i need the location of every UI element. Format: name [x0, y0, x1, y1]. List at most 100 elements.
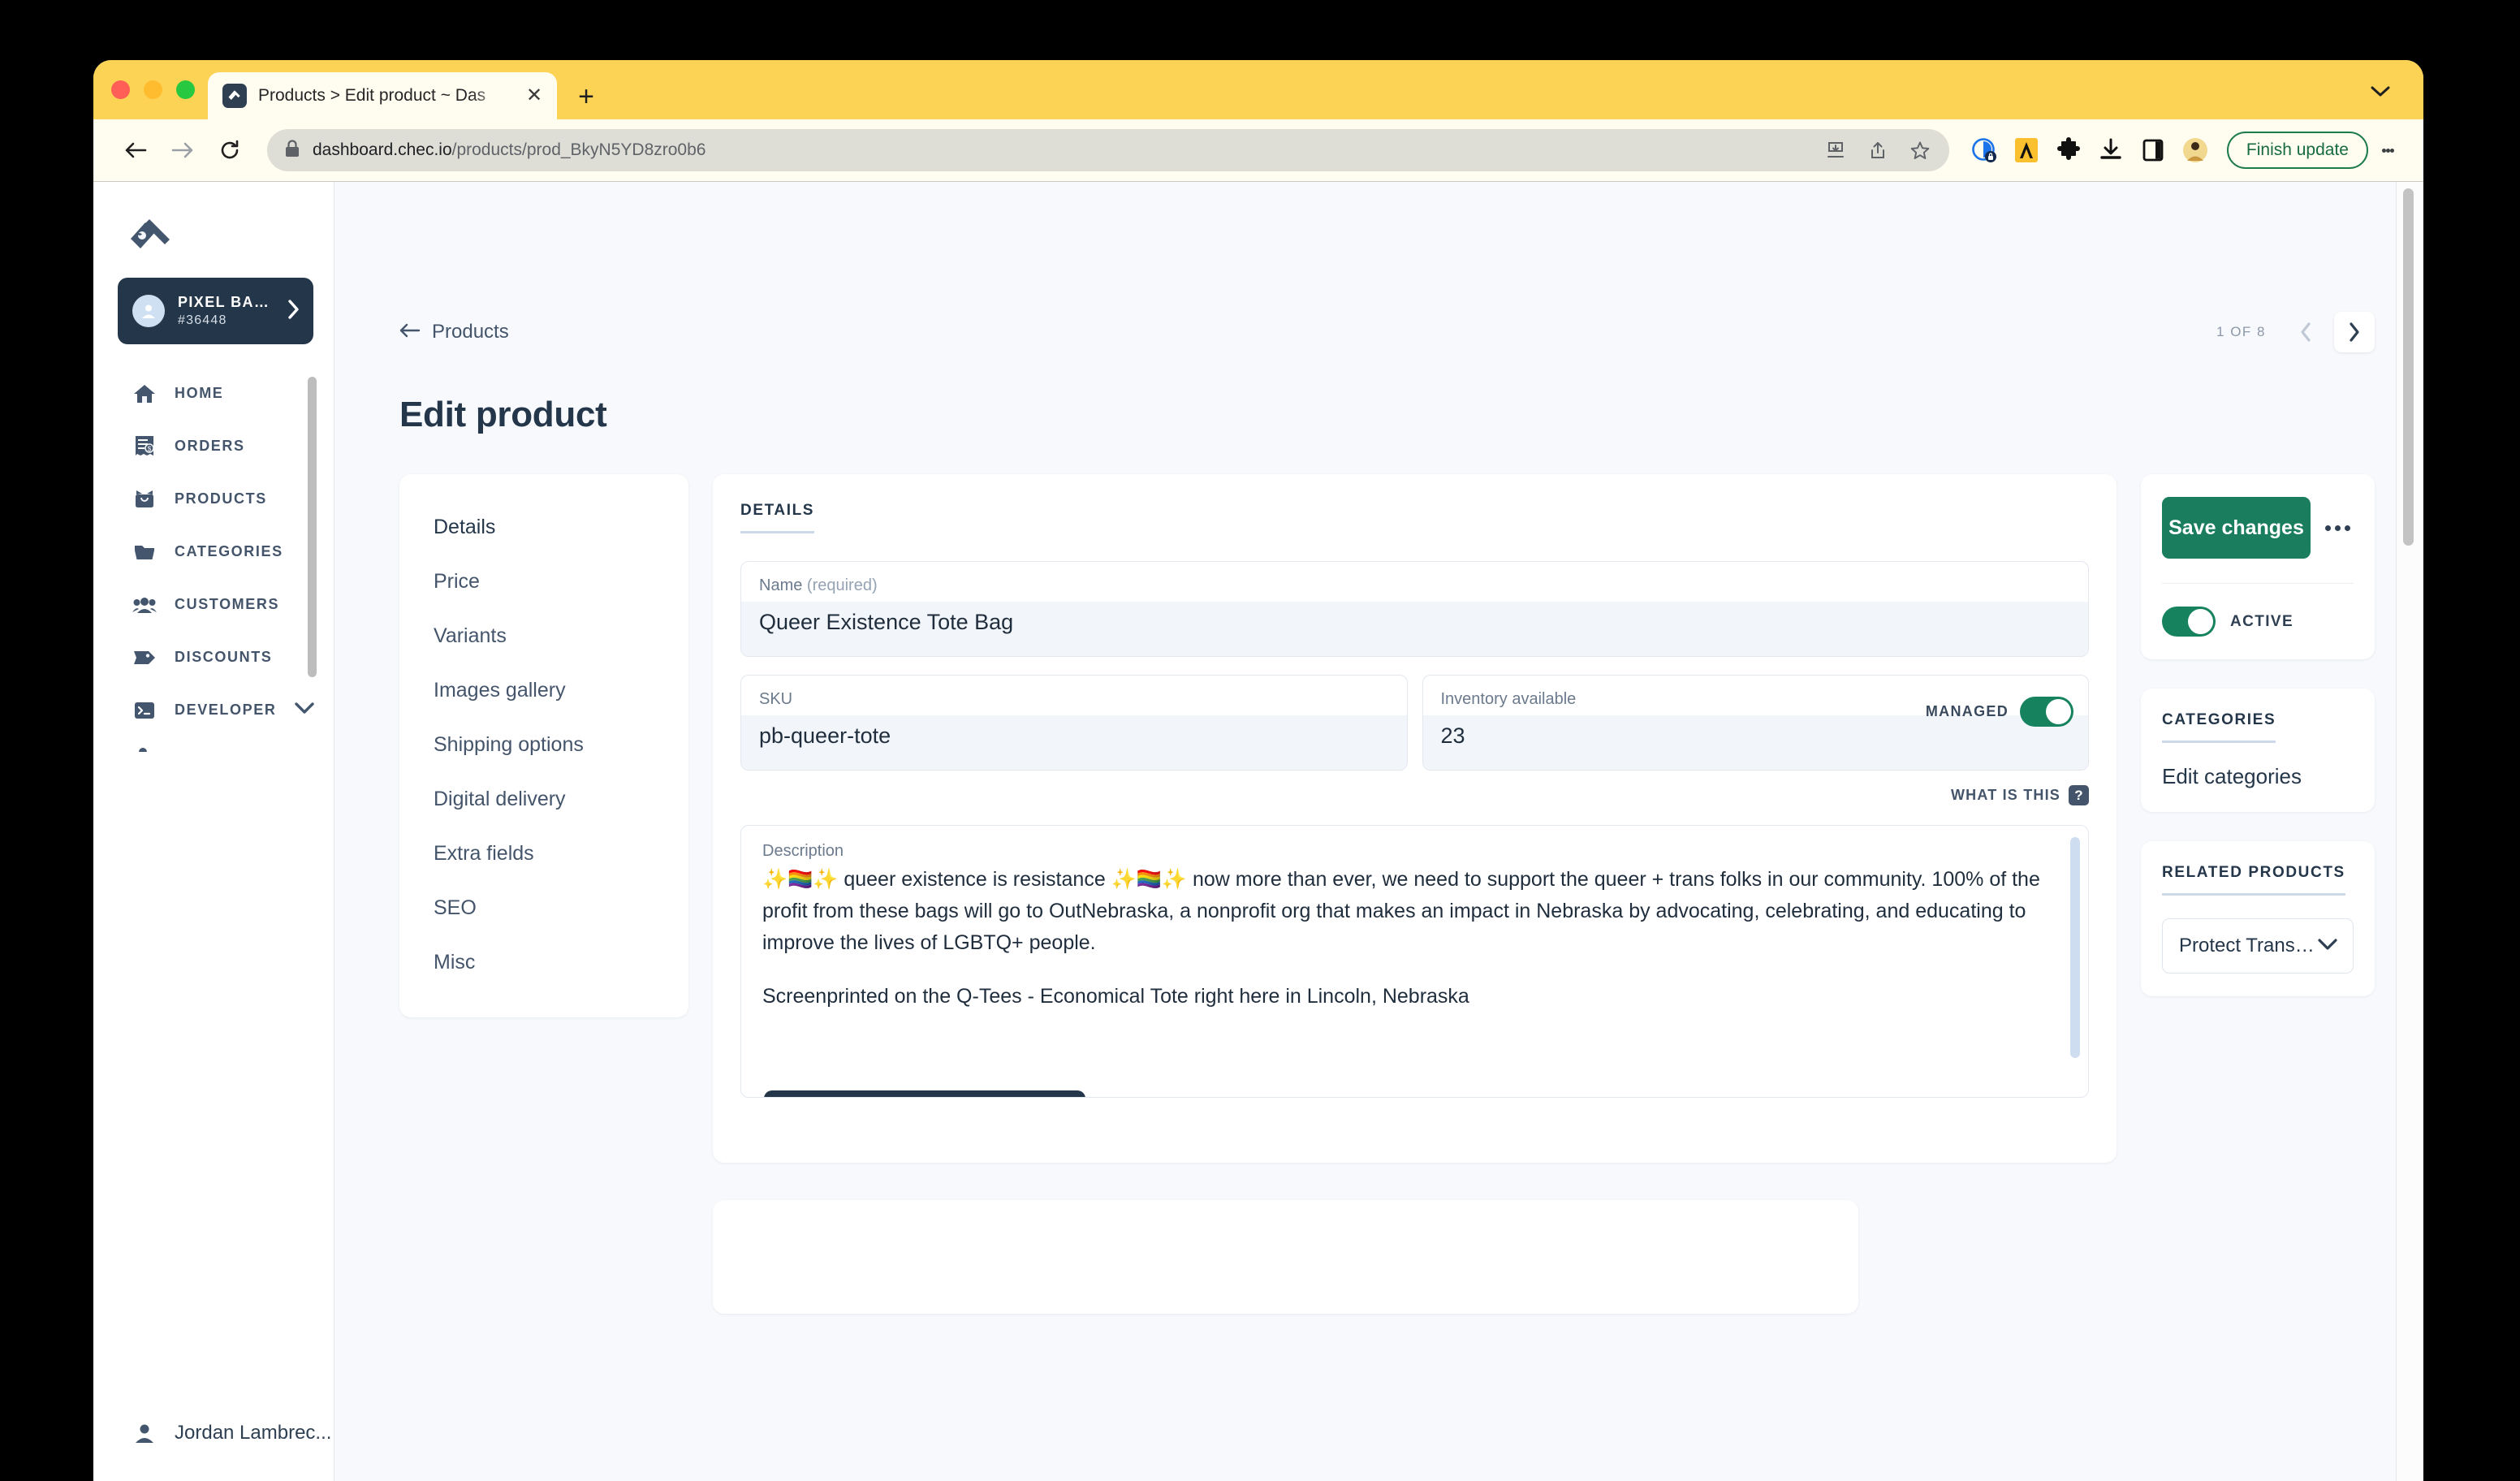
- install-app-icon[interactable]: [1818, 132, 1853, 168]
- sidebar-item-label: CUSTOMERS: [175, 596, 280, 612]
- related-product-value: Protect Trans Kids Tee: [2179, 935, 2317, 956]
- categories-card: CATEGORIES Edit categories: [2141, 689, 2375, 812]
- sidebar-scrollbar[interactable]: [308, 367, 317, 1385]
- main-scrollbar-thumb[interactable]: [2403, 188, 2414, 546]
- ellipsis-dot: [2345, 525, 2350, 531]
- description-field[interactable]: Description ✨🏳️‍🌈✨ queer existence is re…: [740, 825, 2089, 1098]
- app-sidebar: PIXEL BAKERY #36448 HOME $: [93, 182, 369, 1481]
- main-scrollbar-track[interactable]: [2396, 182, 2423, 1481]
- section-tab-shipping-options[interactable]: Shipping options: [399, 718, 688, 772]
- folder-icon: [132, 540, 157, 564]
- back-to-products-link[interactable]: Products: [399, 321, 509, 343]
- browser-tab-title: Products > Edit product ~ Das: [258, 86, 486, 105]
- arrow-left-icon[interactable]: [114, 129, 157, 171]
- sidebar-item-home[interactable]: HOME: [93, 367, 334, 420]
- product-name-value[interactable]: Queer Existence Tote Bag: [741, 602, 2088, 656]
- person-icon: [132, 1421, 157, 1445]
- sidebar-item-products[interactable]: PRODUCTS: [93, 473, 334, 525]
- section-tab-price[interactable]: Price: [399, 555, 688, 609]
- next-section-card: [713, 1200, 1858, 1314]
- active-toggle[interactable]: [2162, 607, 2216, 637]
- profile-avatar-icon[interactable]: [2177, 132, 2214, 169]
- maximize-window-button[interactable]: [176, 80, 195, 99]
- kebab-dot: [2389, 148, 2394, 153]
- pagination-prev-button[interactable]: [2285, 312, 2326, 352]
- sidebar-item-categories[interactable]: CATEGORIES: [93, 525, 334, 578]
- svg-text:$: $: [148, 445, 152, 452]
- ellipsis-icon[interactable]: [2322, 525, 2354, 531]
- kebab-dot: [2381, 148, 2386, 153]
- pagination-next-button[interactable]: [2334, 312, 2375, 352]
- browser-window: Products > Edit product ~ Das ✕ + dashbo…: [93, 60, 2423, 1481]
- bold-button[interactable]: B: [774, 1097, 813, 1098]
- star-icon[interactable]: [1902, 132, 1938, 168]
- address-bar[interactable]: dashboard.chec.io/products/prod_BkyN5YD8…: [267, 129, 1949, 171]
- share-icon[interactable]: [1860, 132, 1896, 168]
- blockquote-button[interactable]: [1037, 1097, 1076, 1098]
- details-column: DETAILS Name (required) Queer Existence …: [713, 474, 2117, 1314]
- section-tab-variants[interactable]: Variants: [399, 609, 688, 663]
- new-tab-button[interactable]: +: [568, 79, 604, 114]
- sidebar-item-discounts[interactable]: DISCOUNTS: [93, 631, 334, 684]
- sidebar-item-partial[interactable]: [93, 736, 334, 759]
- heading-3-button[interactable]: H3: [949, 1097, 988, 1098]
- save-changes-button[interactable]: Save changes: [2162, 497, 2311, 559]
- main-scrollbar[interactable]: [2403, 188, 2414, 1481]
- sidebar-user-menu[interactable]: Jordan Lambrec...: [93, 1385, 369, 1481]
- browser-tab[interactable]: Products > Edit product ~ Das ✕: [208, 72, 557, 119]
- description-scrollbar-thumb[interactable]: [2070, 837, 2080, 1058]
- section-tab-misc[interactable]: Misc: [399, 935, 688, 990]
- sidebar-item-orders[interactable]: $ ORDERS: [93, 420, 334, 473]
- page-viewport: PIXEL BAKERY #36448 HOME $: [93, 181, 2423, 1481]
- section-tab-extra-fields[interactable]: Extra fields: [399, 827, 688, 881]
- heading-2-button[interactable]: H2: [905, 1097, 944, 1098]
- product-name-field[interactable]: Name (required) Queer Existence Tote Bag: [740, 561, 2089, 657]
- bullet-list-button[interactable]: [993, 1097, 1032, 1098]
- description-paragraph: Screenprinted on the Q-Tees - Economical…: [762, 985, 1469, 1008]
- sidebar-item-developer[interactable]: DEVELOPER: [93, 684, 334, 736]
- reload-icon[interactable]: [209, 129, 251, 171]
- sidebar-item-customers[interactable]: CUSTOMERS: [93, 578, 334, 631]
- download-icon[interactable]: [2092, 132, 2129, 169]
- related-products-heading: RELATED PRODUCTS: [2162, 864, 2345, 896]
- related-product-select[interactable]: Protect Trans Kids Tee: [2162, 918, 2354, 974]
- what-is-this-link[interactable]: WHAT IS THIS ?: [740, 785, 2089, 805]
- store-switcher[interactable]: PIXEL BAKERY #36448: [118, 278, 313, 344]
- arrow-right-icon[interactable]: [162, 129, 204, 171]
- chevron-down-icon[interactable]: [2368, 80, 2393, 104]
- toggle-knob: [2046, 699, 2071, 724]
- close-icon[interactable]: ✕: [523, 84, 546, 107]
- pagination: 1 OF 8: [2216, 312, 2375, 352]
- privacy-badger-icon[interactable]: [1966, 132, 2003, 169]
- details-card: DETAILS Name (required) Queer Existence …: [713, 474, 2117, 1163]
- description-body[interactable]: ✨🏳️‍🌈✨ queer existence is resistance ✨🏳️…: [762, 864, 2067, 1013]
- inventory-field[interactable]: Inventory available 23 MANAGED: [1422, 675, 2089, 771]
- section-tab-details[interactable]: Details: [399, 500, 688, 555]
- sku-value[interactable]: pb-queer-tote: [741, 715, 1407, 770]
- section-tab-digital-delivery[interactable]: Digital delivery: [399, 772, 688, 827]
- home-icon: [132, 382, 157, 406]
- chec-commerce-logo[interactable]: [93, 206, 334, 268]
- sku-field[interactable]: SKU pb-queer-tote: [740, 675, 1408, 771]
- heading-1-button[interactable]: H1: [861, 1097, 900, 1098]
- description-scrollbar[interactable]: [2070, 837, 2080, 1081]
- section-tab-seo[interactable]: SEO: [399, 881, 688, 935]
- sidebar-scrollbar-thumb[interactable]: [308, 377, 317, 677]
- kebab-menu-icon[interactable]: [2373, 132, 2402, 169]
- italic-button[interactable]: I: [818, 1097, 857, 1098]
- extensions-puzzle-icon[interactable]: [2050, 132, 2087, 169]
- edit-categories-link[interactable]: Edit categories: [2162, 764, 2354, 789]
- chevron-down-icon[interactable]: [2317, 938, 2338, 955]
- main-region: Products 1 OF 8 Edit product Details Pri…: [334, 182, 2423, 1481]
- managed-toggle[interactable]: [2020, 697, 2073, 727]
- help-icon: ?: [2069, 785, 2089, 805]
- section-tab-images-gallery[interactable]: Images gallery: [399, 663, 688, 718]
- highlighter-extension-icon[interactable]: [2008, 132, 2045, 169]
- save-card: Save changes ACTIVE: [2141, 474, 2375, 659]
- close-window-button[interactable]: [111, 80, 130, 99]
- section-tabs-card: Details Price Variants Images gallery Sh…: [399, 474, 688, 1017]
- store-id: #36448: [178, 313, 227, 327]
- minimize-window-button[interactable]: [144, 80, 162, 99]
- finish-update-button[interactable]: Finish update: [2226, 132, 2368, 169]
- side-panel-icon[interactable]: [2134, 132, 2172, 169]
